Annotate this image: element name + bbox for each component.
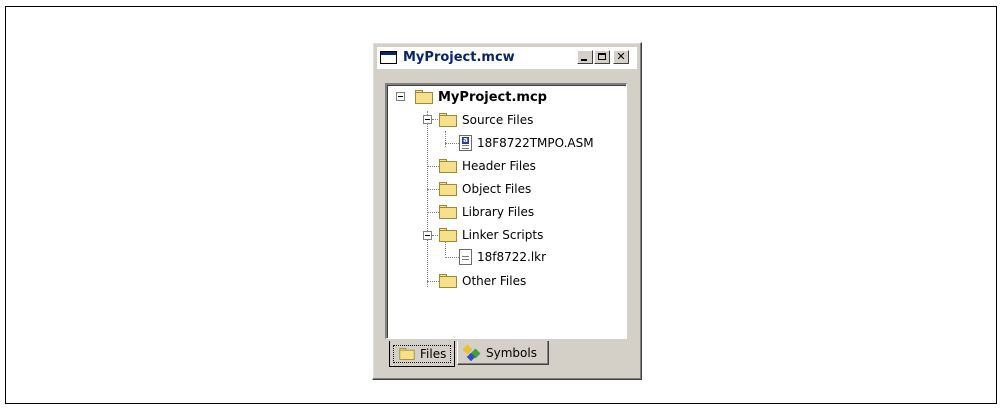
title-bar[interactable]: MyProject.mcw ✕ [377, 47, 637, 69]
tree-item-object-files[interactable]: Object Files [439, 179, 531, 199]
tab-files[interactable]: Files [389, 341, 455, 367]
tree-connector [445, 131, 446, 147]
tab-files-label: Files [420, 346, 447, 361]
project-tree[interactable]: MyProject.mcp Source Files a 18F8722TMPO… [385, 83, 627, 339]
tree-connector [427, 212, 439, 213]
tree-item-label: Object Files [462, 182, 532, 196]
folder-icon [439, 205, 457, 219]
tree-item-label: 18f8722.lkr [477, 250, 547, 264]
folder-icon [439, 159, 457, 173]
tab-symbols[interactable]: Symbols [457, 341, 549, 365]
tree-item-label: Other Files [462, 274, 527, 288]
tree-item-label: Library Files [462, 205, 535, 219]
collapse-icon[interactable] [423, 231, 432, 240]
tree-connector [445, 143, 459, 144]
tree-connector [427, 166, 439, 167]
tree-item-library-files[interactable]: Library Files [439, 202, 534, 222]
window-title: MyProject.mcw [403, 50, 515, 65]
tree-item-asm-file[interactable]: a 18F8722TMPO.ASM [459, 133, 594, 153]
folder-icon [439, 228, 457, 242]
tree-item-header-files[interactable]: Header Files [439, 156, 536, 176]
tree-item-source-files[interactable]: Source Files [439, 110, 533, 130]
folder-icon [415, 90, 433, 104]
asm-file-icon: a [459, 135, 472, 151]
tree-item-project[interactable]: MyProject.mcp [415, 87, 547, 107]
tree-connector [427, 111, 428, 287]
maximize-button[interactable] [594, 50, 610, 64]
folder-icon [399, 347, 415, 360]
tree-connector [427, 189, 439, 190]
project-window: MyProject.mcw ✕ MyProject.mcp Source Fil… [372, 42, 642, 380]
tab-symbols-label: Symbols [486, 345, 537, 360]
tree-item-label: Header Files [462, 159, 536, 173]
tree-connector [445, 257, 459, 258]
collapse-icon[interactable] [396, 92, 405, 101]
tree-connector [427, 281, 439, 282]
folder-icon [439, 274, 457, 288]
tree-item-linker-scripts[interactable]: Linker Scripts [439, 225, 543, 245]
folder-icon [439, 113, 457, 127]
tree-item-label: MyProject.mcp [438, 89, 547, 105]
tree-item-label: Source Files [462, 113, 534, 127]
minimize-button[interactable] [577, 50, 593, 64]
minimize-icon [581, 59, 587, 61]
close-button[interactable]: ✕ [613, 50, 629, 64]
tree-item-other-files[interactable]: Other Files [439, 271, 526, 291]
tree-item-label: 18F8722TMPO.ASM [477, 136, 594, 150]
maximize-icon [598, 53, 606, 60]
tree-item-label: Linker Scripts [462, 228, 544, 242]
tree-item-linker-file[interactable]: 18f8722.lkr [459, 247, 546, 267]
text-file-icon [459, 249, 472, 265]
window-icon [380, 51, 397, 64]
symbols-icon [462, 344, 482, 361]
folder-icon [439, 182, 457, 196]
collapse-icon[interactable] [423, 115, 432, 124]
close-icon: ✕ [616, 50, 626, 63]
